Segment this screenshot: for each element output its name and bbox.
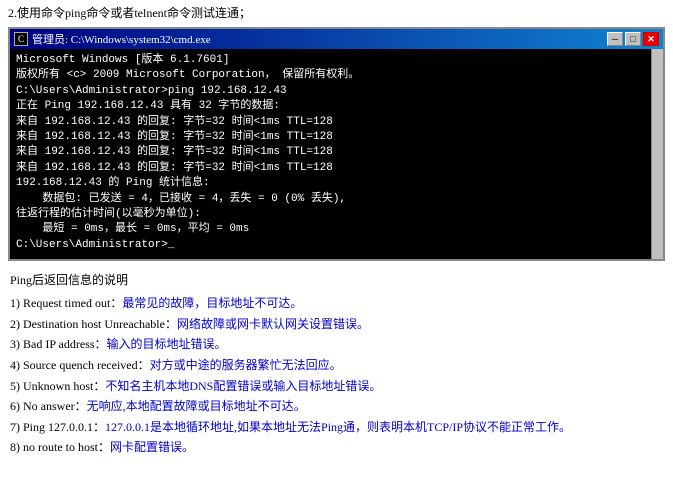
info-item-label: Bad IP address： xyxy=(23,337,107,351)
info-item-desc: 无响应,本地配置故障或目标地址不可达。 xyxy=(87,399,306,413)
cmd-line: 来自 192.168.12.43 的回复: 字节=32 时间<1ms TTL=1… xyxy=(16,130,657,145)
info-item-label: Source quench received： xyxy=(23,358,150,372)
info-item-label: Ping 127.0.0.1： xyxy=(23,420,105,434)
cmd-titlebar-left: C 管理员: C:\Windows\system32\cmd.exe xyxy=(14,31,211,47)
cmd-line: C:\Users\Administrator>ping 192.168.12.4… xyxy=(16,84,657,99)
info-item-label: Destination host Unreachable： xyxy=(23,317,177,331)
info-item-label: Unknown host： xyxy=(23,379,105,393)
info-item: 7) Ping 127.0.0.1：127.0.0.1是本地循环地址,如果本地址… xyxy=(10,418,663,437)
maximize-button[interactable]: □ xyxy=(625,32,641,46)
info-item: 5) Unknown host：不知名主机本地DNS配置错误或输入目标地址错误。 xyxy=(10,377,663,396)
info-item-desc: 网络故障或网卡默认网关设置错误。 xyxy=(177,317,369,331)
close-button[interactable]: ✕ xyxy=(643,32,659,46)
minimize-button[interactable]: ─ xyxy=(607,32,623,46)
info-item: 4) Source quench received：对方或中途的服务器繁忙无法回… xyxy=(10,356,663,375)
info-item: 6) No answer：无响应,本地配置故障或目标地址不可达。 xyxy=(10,397,663,416)
info-item-desc: 输入的目标地址错误。 xyxy=(107,337,227,351)
cmd-titlebar: C 管理员: C:\Windows\system32\cmd.exe ─ □ ✕ xyxy=(10,29,663,49)
info-item-number: 4) xyxy=(10,358,23,372)
cmd-line: 数据包: 已发送 = 4，已接收 = 4，丢失 = 0 (0% 丢失), xyxy=(16,192,657,207)
info-item-number: 5) xyxy=(10,379,23,393)
cmd-window: C 管理员: C:\Windows\system32\cmd.exe ─ □ ✕… xyxy=(8,27,665,261)
top-instruction: 2.使用命令ping命令或者telnent命令测试连通； xyxy=(0,0,673,23)
info-item-label: no route to host： xyxy=(23,440,110,454)
cmd-line: 最短 = 0ms，最长 = 0ms，平均 = 0ms xyxy=(16,222,657,237)
info-item-number: 2) xyxy=(10,317,23,331)
info-item: 1) Request timed out：最常见的故障，目标地址不可达。 xyxy=(10,294,663,313)
cmd-line: 往返行程的估计时间(以毫秒为单位): xyxy=(16,207,657,222)
info-item-label: Request timed out： xyxy=(23,296,122,310)
info-item-number: 8) xyxy=(10,440,23,454)
info-item-number: 3) xyxy=(10,337,23,351)
info-item-number: 7) xyxy=(10,420,23,434)
cmd-line: 正在 Ping 192.168.12.43 具有 32 字节的数据: xyxy=(16,99,657,114)
info-item-label: No answer： xyxy=(23,399,87,413)
cmd-line: 来自 192.168.12.43 的回复: 字节=32 时间<1ms TTL=1… xyxy=(16,161,657,176)
info-items-container: 1) Request timed out：最常见的故障，目标地址不可达。 2) D… xyxy=(10,294,663,457)
info-item: 8) no route to host：网卡配置错误。 xyxy=(10,438,663,457)
info-item-desc: 网卡配置错误。 xyxy=(110,440,194,454)
cmd-controls: ─ □ ✕ xyxy=(607,32,659,46)
cmd-line: 版权所有 <c> 2009 Microsoft Corporation， 保留所… xyxy=(16,68,657,83)
cmd-icon: C xyxy=(14,32,28,46)
info-item-desc: 不知名主机本地DNS配置错误或输入目标地址错误。 xyxy=(105,379,381,393)
cmd-line: 192.168.12.43 的 Ping 统计信息: xyxy=(16,176,657,191)
info-item: 2) Destination host Unreachable：网络故障或网卡默… xyxy=(10,315,663,334)
cmd-title: 管理员: C:\Windows\system32\cmd.exe xyxy=(32,31,211,47)
info-item-desc: 127.0.0.1是本地循环地址,如果本地址无法Ping通，则表明本机TCP/I… xyxy=(105,420,571,434)
info-item-desc: 对方或中途的服务器繁忙无法回应。 xyxy=(150,358,342,372)
cmd-scrollbar[interactable] xyxy=(651,49,663,259)
info-section: Ping后返回信息的说明 1) Request timed out：最常见的故障… xyxy=(0,267,673,463)
cmd-line: Microsoft Windows [版本 6.1.7601] xyxy=(16,53,657,68)
info-item-number: 1) xyxy=(10,296,23,310)
cmd-line: C:\Users\Administrator>_ xyxy=(16,238,657,253)
cmd-line: 来自 192.168.12.43 的回复: 字节=32 时间<1ms TTL=1… xyxy=(16,115,657,130)
info-item-desc: 最常见的故障，目标地址不可达。 xyxy=(122,296,302,310)
info-item: 3) Bad IP address：输入的目标地址错误。 xyxy=(10,335,663,354)
info-title: Ping后返回信息的说明 xyxy=(10,271,663,290)
cmd-line: 来自 192.168.12.43 的回复: 字节=32 时间<1ms TTL=1… xyxy=(16,145,657,160)
cmd-body: Microsoft Windows [版本 6.1.7601]版权所有 <c> … xyxy=(10,49,663,259)
info-item-number: 6) xyxy=(10,399,23,413)
